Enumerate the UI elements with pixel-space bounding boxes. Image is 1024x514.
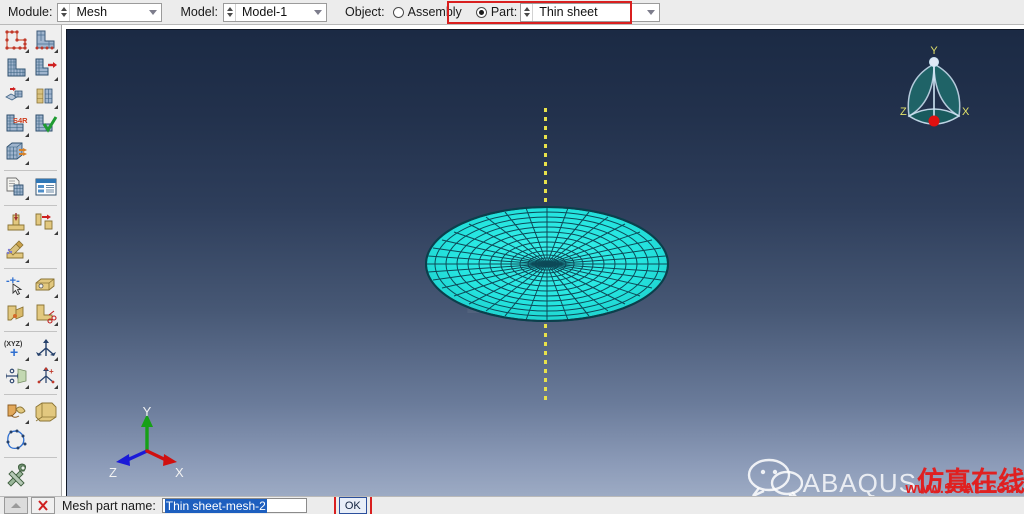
toolbox-empty-cell [31,426,60,454]
mesh-part-name-value: Thin sheet-mesh-2 [164,498,267,513]
delete-part-mesh-icon[interactable] [2,83,31,111]
query-tools-icon[interactable] [2,461,31,489]
object-label: Object: [345,5,385,19]
coord-label-x: X [175,465,184,479]
object-part-radio[interactable]: Part: [475,5,518,19]
mesh-part-icon[interactable] [2,55,31,83]
assign-element-type-icon[interactable]: S4R [2,111,31,139]
edit-mesh-icon[interactable] [2,237,31,265]
toolbox-row [2,139,61,167]
coord-label-y: Y [143,404,152,419]
svg-text:S4R: S4R [13,116,28,125]
toolbox-row [2,55,61,83]
model-spinner[interactable] [224,3,237,21]
triad-label-x: X [962,106,970,118]
watermark-brand: ABAQUS [802,468,917,497]
svg-text:+: + [10,344,18,360]
view-orientation-triad[interactable]: Y Z X [895,42,973,142]
cancel-icon[interactable] [31,497,55,514]
mesh-statistics-icon[interactable] [31,174,60,202]
watermark-url: www.1CAE.com [905,480,1019,497]
toolbox-row: -+- [2,272,61,300]
toolbox-row [2,300,61,328]
part-spinner[interactable] [521,3,534,21]
model-value: Model-1 [242,4,288,19]
create-datum-plane-icon[interactable] [2,363,31,391]
merge-faces-icon[interactable] [31,398,60,426]
toolbox-separator [4,331,57,332]
object-part-label: Part: [490,5,518,19]
module-label: Module: [8,5,53,19]
toolbox-row [2,426,61,454]
part-combobox[interactable]: Thin sheet [520,2,661,22]
module-spinner[interactable] [58,3,71,21]
delete-region-mesh-icon[interactable] [31,83,60,111]
create-datum-axis-icon[interactable] [31,335,60,363]
part-value: Thin sheet [539,4,598,19]
mesh-region-icon[interactable] [31,55,60,83]
partition-edge-icon[interactable] [31,300,60,328]
wechat-icon [747,458,803,497]
toolbox-separator [4,394,57,395]
module-toolbox: S4R -+- (XYZ) + + [0,25,62,514]
context-bar: Module: Mesh Model: Model-1 Object: Asse… [0,0,1024,25]
mesh-part-name-input[interactable]: Thin sheet-mesh-2 [161,498,307,513]
toolbox-row [2,237,61,265]
prompt-label: Mesh part name: [62,498,156,513]
verify-mesh-icon[interactable] [31,111,60,139]
toolbox-empty-cell [31,237,60,265]
previous-step-icon[interactable] [4,497,28,514]
radio-dot-icon [475,6,487,18]
assign-stack-direction-icon[interactable] [2,209,31,237]
partition-face-icon[interactable] [2,300,31,328]
create-datum-point-icon[interactable]: (XYZ) + [2,335,31,363]
toolbox-row: S4R [2,111,61,139]
model-label: Model: [180,5,219,19]
module-combobox[interactable]: Mesh [57,2,163,22]
ok-button-wrapper: OK [307,497,372,514]
toolbox-row [2,461,61,489]
edit-node-icon[interactable]: -+- [2,272,31,300]
meshed-disc-part[interactable] [422,202,672,327]
triad-label-z: Z [900,106,907,118]
object-assembly-label: Assembly [407,5,462,19]
assign-sweep-path-icon[interactable] [31,209,60,237]
partition-cell-icon[interactable] [31,272,60,300]
triad-label-y: Y [930,45,938,57]
toolbox-row: + [2,363,61,391]
virtual-topology-icon[interactable] [2,398,31,426]
toolbox-empty-cell [31,139,60,167]
seed-edges-icon[interactable] [31,27,60,55]
toolbox-row [2,398,61,426]
module-value: Mesh [76,4,108,19]
coordinate-triad: Y Z X [109,404,184,479]
chevron-down-icon[interactable] [310,4,326,21]
coord-label-z: Z [109,465,117,479]
toolbox-row [2,83,61,111]
toolbox-row [2,209,61,237]
model-combobox[interactable]: Model-1 [223,2,328,22]
chevron-down-icon[interactable] [643,4,659,21]
assign-mesh-controls-icon[interactable] [2,139,31,167]
viewport[interactable]: 1 [66,29,1024,497]
toolbox-separator [4,205,57,206]
prompt-bar: Mesh part name: Thin sheet-mesh-2 OK [0,496,1024,514]
toolbox-separator [4,268,57,269]
ok-button[interactable]: OK [338,497,367,514]
toolbox-row [2,174,61,202]
toolbox-empty-cell [31,461,60,489]
toolbox-row: (XYZ) + [2,335,61,363]
abaqus-cae-window: Module: Mesh Model: Model-1 Object: Asse… [0,0,1024,514]
seed-part-icon[interactable] [2,27,31,55]
object-assembly-radio[interactable]: Assembly [392,5,462,19]
svg-text:+: + [49,367,54,376]
create-mesh-part-icon[interactable] [2,174,31,202]
radio-dot-icon [392,6,404,18]
toolbox-row [2,27,61,55]
toolbox-separator [4,457,57,458]
chevron-down-icon[interactable] [145,4,161,21]
create-datum-csys-icon[interactable]: + [31,363,60,391]
repair-geometry-icon[interactable] [2,426,31,454]
toolbox-separator [4,170,57,171]
